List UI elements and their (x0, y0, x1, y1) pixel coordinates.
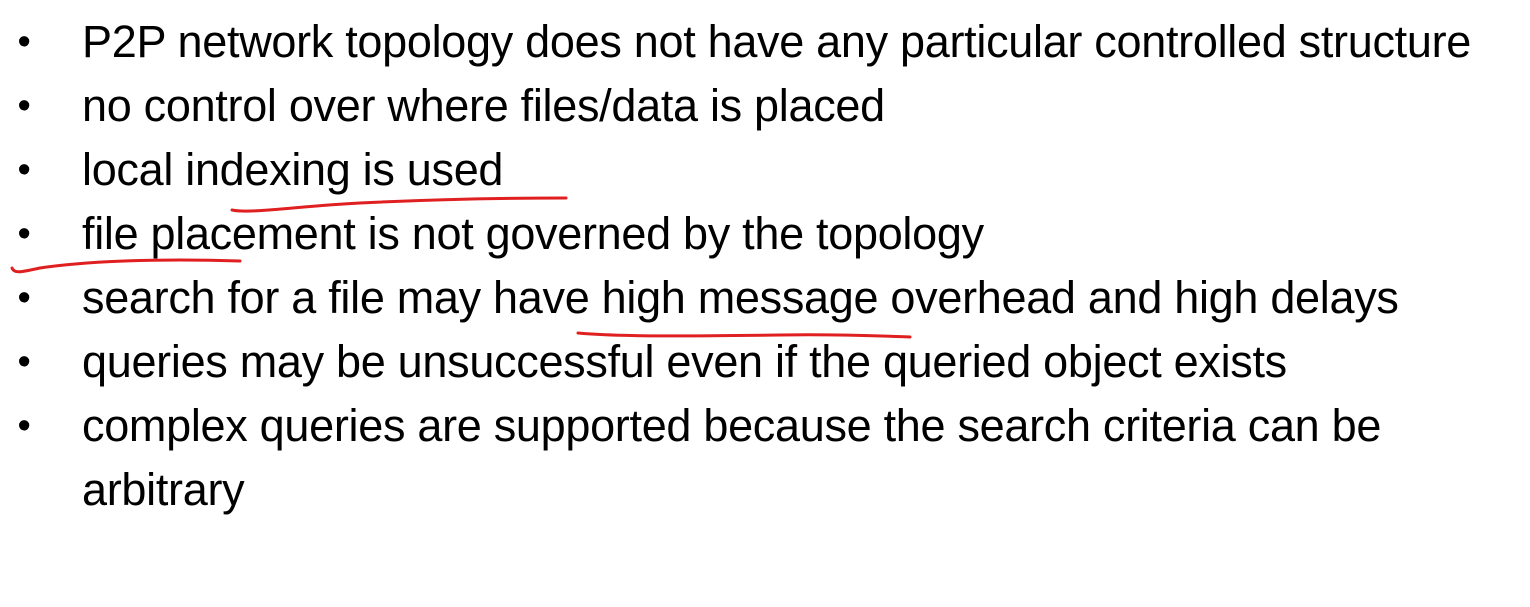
slide: • P2P network topology does not have any… (0, 0, 1530, 607)
bullet-text: file placement is not governed by the to… (82, 208, 984, 259)
bullet-text: no control over where files/data is plac… (82, 80, 885, 131)
bullet-item-4: • file placement is not governed by the … (0, 202, 1512, 266)
bullet-item-7: • complex queries are supported because … (0, 394, 1512, 522)
bullet-item-3: • local indexing is used (0, 138, 1512, 202)
bullet-text: queries may be unsuccessful even if the … (82, 336, 1287, 387)
bullet-dot-icon: • (17, 149, 31, 191)
bullet-text: P2P network topology does not have any p… (82, 16, 1471, 67)
bullet-dot-icon: • (17, 405, 31, 447)
bullet-dot-icon: • (17, 21, 31, 63)
bullet-dot-icon: • (17, 213, 31, 255)
bullet-dot-icon: • (17, 277, 31, 319)
bullet-text: complex queries are supported because th… (82, 400, 1382, 515)
bullet-dot-icon: • (17, 341, 31, 383)
bullet-dot-icon: • (17, 85, 31, 127)
bullet-text: search for a file may have high message … (82, 272, 1399, 323)
bullet-list: • P2P network topology does not have any… (0, 10, 1530, 522)
bullet-item-5: • search for a file may have high messag… (0, 266, 1512, 330)
bullet-text: local indexing is used (82, 144, 504, 195)
bullet-item-6: • queries may be unsuccessful even if th… (0, 330, 1512, 394)
bullet-item-1: • P2P network topology does not have any… (0, 10, 1512, 74)
bullet-item-2: • no control over where files/data is pl… (0, 74, 1512, 138)
